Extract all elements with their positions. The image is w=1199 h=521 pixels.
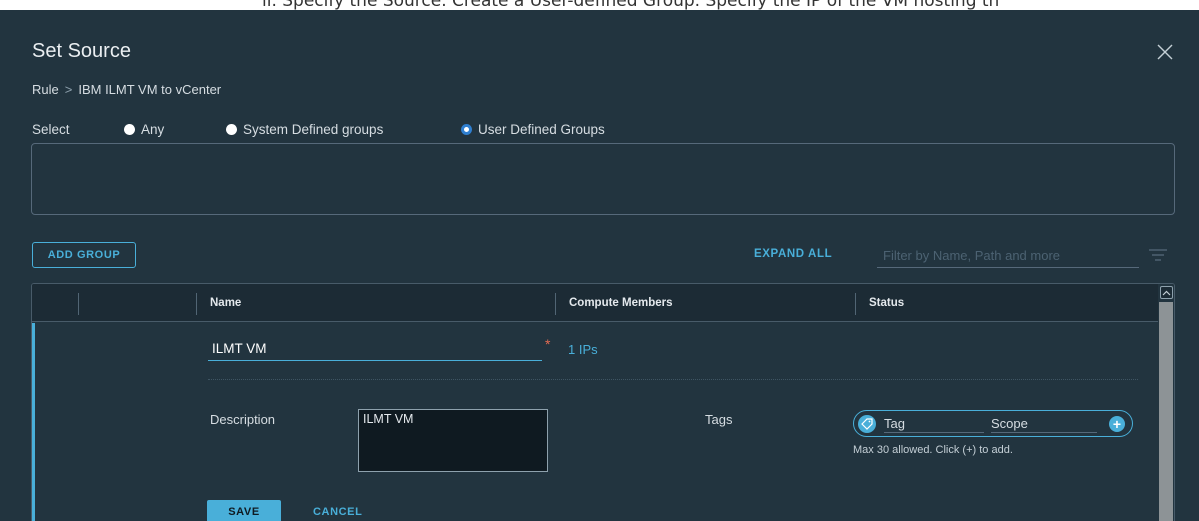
add-group-button[interactable]: ADD GROUP <box>32 242 136 268</box>
column-divider <box>196 293 197 315</box>
source-type-selector: Select Any System Defined groups User De… <box>32 122 732 138</box>
radio-unselected-icon <box>124 124 135 135</box>
breadcrumb-separator: > <box>64 82 73 97</box>
tag-input[interactable] <box>884 415 984 433</box>
column-divider <box>78 293 79 315</box>
description-label: Description <box>210 412 276 427</box>
radio-any-label: Any <box>141 122 165 137</box>
required-marker: * <box>545 336 551 352</box>
add-tag-icon[interactable]: + <box>1109 416 1125 432</box>
tags-help-text: Max 30 allowed. Click (+) to add. <box>853 444 1013 456</box>
selected-groups-box[interactable] <box>31 143 1175 215</box>
select-label: Select <box>32 122 70 137</box>
compute-members-link[interactable]: 1 IPs <box>568 342 598 357</box>
groups-datagrid: Name Compute Members Status * 1 IPs Desc… <box>31 283 1175 521</box>
column-header-status[interactable]: Status <box>869 297 904 309</box>
radio-system-defined-groups[interactable]: System Defined groups <box>226 122 383 137</box>
dialog-title: Set Source <box>32 40 131 62</box>
row-divider <box>208 379 1138 380</box>
document-strip: ii. Specify the Source. Create a User-de… <box>0 0 1199 10</box>
tag-icon <box>858 415 876 433</box>
group-edit-row: * 1 IPs Description ILMT VM Tags + Max 3… <box>32 323 1158 521</box>
breadcrumb-current: IBM ILMT VM to vCenter <box>78 82 222 97</box>
column-header-compute-members[interactable]: Compute Members <box>569 297 673 309</box>
filter-icon[interactable] <box>1149 248 1167 262</box>
description-textarea[interactable]: ILMT VM <box>358 409 548 472</box>
radio-unselected-icon <box>226 124 237 135</box>
set-source-dialog: Set Source Rule > IBM ILMT VM to vCenter… <box>0 10 1199 521</box>
save-button[interactable]: SAVE <box>207 500 281 521</box>
scope-input[interactable] <box>991 415 1097 433</box>
scroll-up-chevron-icon[interactable] <box>1160 286 1173 299</box>
datagrid-header: Name Compute Members Status <box>32 284 1174 322</box>
radio-any[interactable]: Any <box>124 122 164 137</box>
radio-user-defined-label: User Defined Groups <box>478 122 605 137</box>
cancel-button[interactable]: CANCEL <box>313 506 362 518</box>
column-divider <box>855 293 856 315</box>
breadcrumb: Rule > IBM ILMT VM to vCenter <box>32 82 221 97</box>
scrollbar-thumb[interactable] <box>1159 302 1173 521</box>
radio-system-defined-label: System Defined groups <box>243 122 384 137</box>
column-divider <box>555 293 556 315</box>
radio-selected-icon <box>461 124 472 135</box>
tag-editor: + <box>853 410 1133 437</box>
group-name-input[interactable] <box>208 337 542 361</box>
close-icon[interactable] <box>1156 43 1174 61</box>
radio-user-defined-groups[interactable]: User Defined Groups <box>461 122 605 137</box>
breadcrumb-root[interactable]: Rule <box>32 82 59 97</box>
row-selected-accent <box>32 323 35 521</box>
doc-instruction-text: ii. Specify the Source. Create a User-de… <box>262 0 1000 10</box>
column-header-name[interactable]: Name <box>210 297 241 309</box>
tags-label: Tags <box>705 412 733 427</box>
filter-input[interactable] <box>877 244 1139 268</box>
expand-all-link[interactable]: EXPAND ALL <box>754 248 832 260</box>
